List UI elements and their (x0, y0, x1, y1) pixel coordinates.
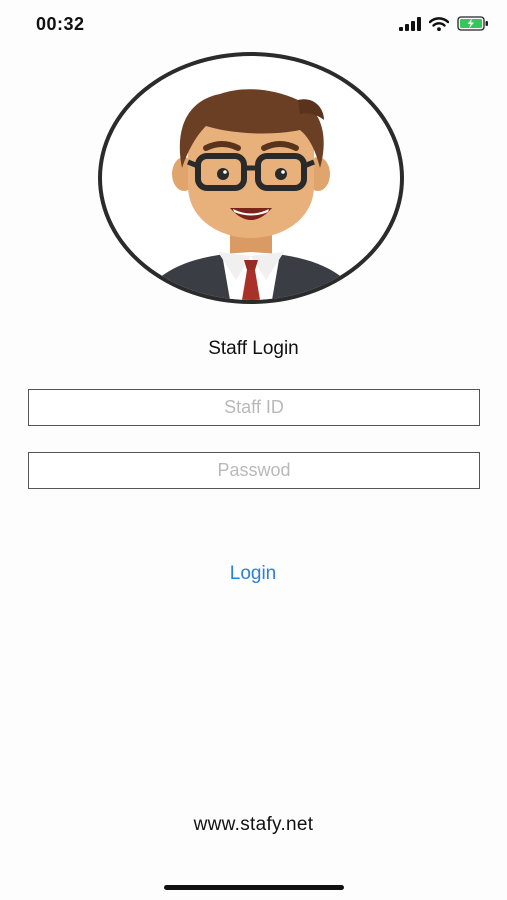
staff-avatar-illustration (142, 89, 360, 300)
staff-id-input[interactable] (28, 389, 480, 426)
home-indicator (164, 885, 344, 890)
signal-icon (399, 16, 421, 31)
battery-charging-icon (457, 16, 488, 31)
login-button[interactable]: Login (193, 556, 313, 592)
page-title: Staff Login (208, 338, 299, 359)
status-icons (399, 16, 489, 31)
wifi-icon (429, 16, 449, 31)
status-time: 00:32 (36, 14, 85, 34)
status-bar: 00:32 (0, 0, 507, 50)
password-input[interactable] (28, 452, 480, 489)
avatar (98, 52, 404, 304)
footer-website: www.stafy.net (193, 814, 314, 835)
